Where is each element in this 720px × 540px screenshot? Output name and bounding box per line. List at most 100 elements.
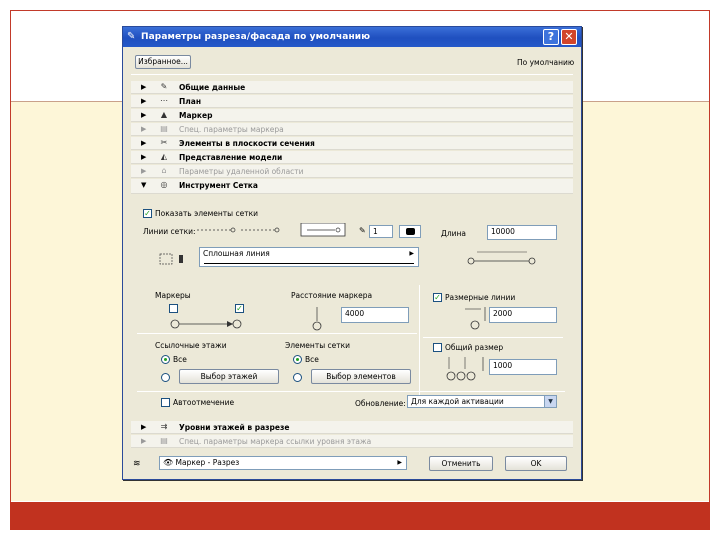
section-label: Маркер <box>179 111 213 120</box>
auto-rebuild-label: Автоотмечение <box>173 398 235 407</box>
spacing-field[interactable]: 2000 <box>489 307 557 323</box>
section-plan[interactable]: ▶ ⋯ План <box>131 95 573 108</box>
update-select[interactable]: Для каждой активации ▼ <box>407 395 557 408</box>
section-marker-params[interactable]: ▶ ▤ Спец. параметры маркера <box>131 123 573 136</box>
cut-icon: ✂ <box>160 138 168 147</box>
select-elements-button[interactable]: Выбор элементов <box>311 369 411 384</box>
elements-select-radio[interactable] <box>293 373 302 382</box>
show-grid-checkbox[interactable]: ✓ <box>143 209 152 218</box>
plan-icon: ⋯ <box>160 96 168 105</box>
layer-select[interactable]: 👁 Маркер - Разрез ▶ <box>159 456 407 470</box>
dropdown-arrow-icon: ▶ <box>409 250 414 257</box>
auto-rebuild-checkbox[interactable]: ✓ <box>161 398 170 407</box>
help-button[interactable]: ? <box>543 29 559 45</box>
section-cut-elements[interactable]: ▶ ✂ Элементы в плоскости сечения <box>131 137 573 150</box>
grid-lines-label: Линии сетки: <box>143 227 196 236</box>
general-icon: ✎ <box>160 82 168 91</box>
stories-select-radio[interactable] <box>161 373 170 382</box>
section-label: Спец. параметры маркера <box>179 125 284 134</box>
section-distant-area[interactable]: ▶ ⌂ Параметры удаленной области <box>131 165 573 178</box>
expand-arrow-icon[interactable]: ▶ <box>141 83 146 92</box>
dialog-titlebar[interactable]: ✎ Параметры разреза/фасада по умолчанию … <box>123 27 581 47</box>
length-field[interactable]: 10000 <box>487 225 557 240</box>
expand-arrow-icon[interactable]: ▶ <box>141 423 146 432</box>
collapse-arrow-icon[interactable]: ▼ <box>141 181 146 190</box>
default-label: По умолчанию <box>517 58 575 67</box>
section-label: Представление модели <box>179 153 283 162</box>
total-size-checkbox[interactable]: ✓ <box>433 343 442 352</box>
pen-field[interactable]: 1 <box>369 225 393 238</box>
spacing-divider <box>423 337 563 338</box>
marker-distance-icon <box>312 307 322 331</box>
marker-distance-label: Расстояние маркера <box>291 291 373 300</box>
elements-all-radio[interactable] <box>293 355 302 364</box>
section-story-levels[interactable]: ▶ ⇉ Уровни этажей в разрезе <box>131 421 573 434</box>
section-label: Спец. параметры маркера ссылки уровня эт… <box>179 437 372 446</box>
options-divider <box>137 391 565 392</box>
stories-all-label: Все <box>173 355 187 364</box>
section-label: Элементы в плоскости сечения <box>179 139 315 148</box>
model-icon: ◭ <box>160 152 168 161</box>
vertical-divider <box>419 285 420 397</box>
total-size-icon <box>446 357 484 381</box>
section-label: Уровни этажей в разрезе <box>179 423 290 432</box>
ref-stories-label: Ссылочные этажи <box>155 341 227 350</box>
line-type-preview <box>199 261 419 267</box>
line-type-select[interactable]: Сплошная линия ▶ <box>199 247 419 261</box>
section-story-marker-params[interactable]: ▶ ▤ Спец. параметры маркера ссылки уровн… <box>131 435 573 448</box>
layer-icon: ≋ <box>133 459 141 469</box>
expand-arrow-icon[interactable]: ▶ <box>141 125 146 134</box>
marker-end-checkbox[interactable]: ✓ <box>235 304 244 313</box>
marker-start-checkbox[interactable]: ✓ <box>169 304 178 313</box>
markers-divider <box>137 333 417 334</box>
line-color-swatch[interactable] <box>399 225 421 238</box>
section-model-display[interactable]: ▶ ◭ Представление модели <box>131 151 573 164</box>
params-icon: ▤ <box>160 436 168 445</box>
layer-value: Маркер - Разрез <box>175 458 240 467</box>
section-general[interactable]: ▶ ✎ Общие данные <box>131 81 573 94</box>
expand-arrow-icon[interactable]: ▶ <box>141 97 146 106</box>
section-label: Параметры удаленной области <box>179 167 304 176</box>
markers-label: Маркеры <box>155 291 191 300</box>
dropdown-arrow-icon: ▼ <box>544 396 556 407</box>
grid-line-style-icons[interactable] <box>191 223 361 237</box>
expand-arrow-icon[interactable]: ▶ <box>141 111 146 120</box>
app-icon: ✎ <box>127 31 136 42</box>
expand-arrow-icon[interactable]: ▶ <box>141 153 146 162</box>
dialog-title: Параметры разреза/фасада по умолчанию <box>141 32 371 42</box>
section-label: План <box>179 97 202 106</box>
pen-icon: ✎ <box>359 226 366 235</box>
eye-icon: 👁 <box>163 458 174 467</box>
house-icon: ⌂ <box>161 166 167 175</box>
expand-arrow-icon[interactable]: ▶ <box>141 437 146 446</box>
show-grid-label: Показать элементы сетки <box>155 209 258 218</box>
header-divider <box>131 74 573 75</box>
spacing-icon <box>465 307 486 330</box>
line-type-icon <box>159 253 183 265</box>
expand-arrow-icon[interactable]: ▶ <box>141 167 146 176</box>
select-stories-button[interactable]: Выбор этажей <box>179 369 279 384</box>
total-size-label: Общий размер <box>445 343 504 352</box>
dropdown-arrow-icon: ▶ <box>397 459 402 466</box>
settings-dialog: ✎ Параметры разреза/фасада по умолчанию … <box>122 26 582 480</box>
cancel-button[interactable]: Отменить <box>429 456 493 471</box>
expand-arrow-icon[interactable]: ▶ <box>141 139 146 148</box>
close-button[interactable]: ✕ <box>561 29 577 45</box>
section-marker[interactable]: ▶ ▲ Маркер <box>131 109 573 122</box>
stories-all-radio[interactable] <box>161 355 170 364</box>
spacing-checkbox[interactable]: ✓ <box>433 293 442 302</box>
update-label: Обновление: <box>355 399 406 408</box>
ok-button[interactable]: OK <box>505 456 567 471</box>
marker-distance-field[interactable]: 4000 <box>341 307 409 323</box>
section-grid-tool[interactable]: ▼ ◎ Инструмент Сетка <box>131 179 573 194</box>
total-size-field[interactable]: 1000 <box>489 359 557 375</box>
grid-icon: ◎ <box>160 180 168 189</box>
update-value: Для каждой активации <box>411 397 504 406</box>
length-label: Длина <box>441 229 467 238</box>
elements-all-label: Все <box>305 355 319 364</box>
section-label: Инструмент Сетка <box>179 181 258 190</box>
slide-footer-bar <box>10 502 710 530</box>
favorites-button[interactable]: Избранное... <box>135 55 191 69</box>
story-levels-icon: ⇉ <box>160 422 168 431</box>
markers-diagram <box>170 319 242 329</box>
